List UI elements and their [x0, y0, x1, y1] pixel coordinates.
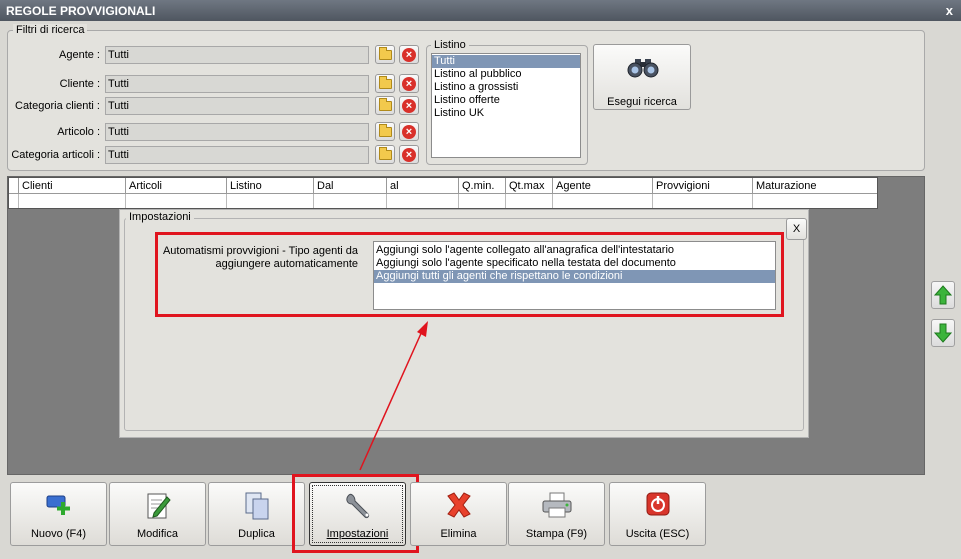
settings-title: Impostazioni [126, 211, 194, 223]
nuovo-button[interactable]: Nuovo (F4) [10, 482, 107, 546]
table-cell[interactable] [506, 194, 553, 208]
column-header[interactable]: Maturazione [753, 178, 877, 194]
table-cell[interactable] [387, 194, 459, 208]
column-header[interactable]: al [387, 178, 459, 194]
column-header[interactable]: Listino [227, 178, 314, 194]
folder-icon [378, 75, 392, 89]
delete-icon: × [402, 98, 416, 113]
delete-icon: × [402, 147, 416, 162]
table-cell[interactable] [459, 194, 506, 208]
elimina-button[interactable]: Elimina [410, 482, 507, 546]
duplica-button[interactable]: Duplica [208, 482, 305, 546]
row-indicator-header [9, 178, 19, 194]
categoria-articoli-browse-button[interactable] [375, 145, 395, 164]
modifica-label: Modifica [137, 528, 178, 540]
search-button[interactable]: Esegui ricerca [593, 44, 691, 110]
table-cell[interactable] [653, 194, 753, 208]
folder-icon [378, 97, 392, 111]
column-header[interactable]: Q.min. [459, 178, 506, 194]
add-icon [46, 495, 70, 515]
table-cell[interactable] [227, 194, 314, 208]
delete-icon: × [402, 76, 416, 91]
column-header[interactable]: Dal [314, 178, 387, 194]
articolo-label: Articolo : [57, 126, 100, 138]
categoria-articoli-label: Categoria articoli : [11, 149, 100, 161]
stampa-label: Stampa (F9) [525, 528, 588, 540]
folder-icon [378, 123, 392, 137]
column-header[interactable]: Qt.max [506, 178, 553, 194]
delete-icon: × [402, 124, 416, 139]
categoria-articoli-field[interactable]: Tutti [105, 146, 369, 164]
uscita-button[interactable]: Uscita (ESC) [609, 482, 706, 546]
nuovo-label: Nuovo (F4) [30, 528, 87, 540]
annotation-arrow-icon [359, 321, 428, 471]
categoria-clienti-browse-button[interactable] [375, 96, 395, 115]
table-cell[interactable] [19, 194, 126, 208]
window-title-bar: REGOLE PROVVIGIONALI [0, 0, 961, 21]
listino-option[interactable]: Listino UK [432, 107, 580, 120]
arrow-up-icon [934, 285, 952, 305]
column-header[interactable]: Articoli [126, 178, 227, 194]
listino-title: Listino [431, 39, 469, 51]
delete-icon: × [402, 47, 416, 62]
power-icon [646, 492, 669, 516]
categoria-clienti-label: Categoria clienti : [15, 100, 100, 112]
move-up-button[interactable] [931, 281, 955, 309]
categoria-clienti-field[interactable]: Tutti [105, 97, 369, 115]
printer-icon [542, 492, 571, 518]
listino-listbox[interactable]: Tutti Listino al pubblico Listino a gros… [431, 53, 581, 158]
duplica-label: Duplica [238, 528, 275, 540]
search-filters-title: Filtri di ricerca [13, 24, 88, 36]
agente-label: Agente : [59, 49, 100, 61]
cliente-label: Cliente : [59, 78, 100, 90]
binoculars-icon [627, 59, 659, 78]
uscita-label: Uscita (ESC) [625, 528, 690, 540]
categoria-clienti-clear-button[interactable]: × [399, 96, 419, 115]
categoria-articoli-clear-button[interactable]: × [399, 145, 419, 164]
listino-option[interactable]: Tutti [432, 55, 580, 68]
window-title: REGOLE PROVVIGIONALI [6, 4, 156, 18]
articolo-clear-button[interactable]: × [399, 122, 419, 141]
highlight-box-impostazioni [292, 474, 419, 553]
articolo-field[interactable]: Tutti [105, 123, 369, 141]
arrow-down-icon [934, 323, 952, 343]
folder-icon [378, 46, 392, 60]
listino-option[interactable]: Listino a grossisti [432, 81, 580, 94]
agente-field[interactable]: Tutti [105, 46, 369, 64]
column-header[interactable]: Clienti [19, 178, 126, 194]
table-cell[interactable] [753, 194, 877, 208]
folder-icon [378, 146, 392, 160]
listino-option[interactable]: Listino al pubblico [432, 68, 580, 81]
agente-clear-button[interactable]: × [399, 45, 419, 64]
results-table[interactable]: Clienti Articoli Listino Dal al Q.min. Q… [8, 177, 878, 209]
row-indicator [9, 194, 19, 208]
articolo-browse-button[interactable] [375, 122, 395, 141]
highlight-box-settings [155, 232, 784, 317]
search-button-label: Esegui ricerca [607, 96, 677, 108]
settings-panel: Impostazioni X Automatismi provvigioni -… [119, 209, 809, 438]
cliente-clear-button[interactable]: × [399, 74, 419, 93]
close-window-icon[interactable]: x [946, 3, 953, 18]
edit-icon [147, 493, 171, 519]
cliente-field[interactable]: Tutti [105, 75, 369, 93]
stampa-button[interactable]: Stampa (F9) [508, 482, 605, 546]
table-cell[interactable] [126, 194, 227, 208]
delete-x-icon [446, 492, 471, 518]
column-header[interactable]: Agente [553, 178, 653, 194]
move-down-button[interactable] [931, 319, 955, 347]
cliente-browse-button[interactable] [375, 74, 395, 93]
duplicate-icon [245, 492, 268, 520]
table-cell[interactable] [553, 194, 653, 208]
column-header[interactable]: Provvigioni [653, 178, 753, 194]
listino-option[interactable]: Listino offerte [432, 94, 580, 107]
modifica-button[interactable]: Modifica [109, 482, 206, 546]
settings-close-button[interactable]: X [786, 218, 807, 240]
table-cell[interactable] [314, 194, 387, 208]
elimina-label: Elimina [440, 528, 477, 540]
agente-browse-button[interactable] [375, 45, 395, 64]
